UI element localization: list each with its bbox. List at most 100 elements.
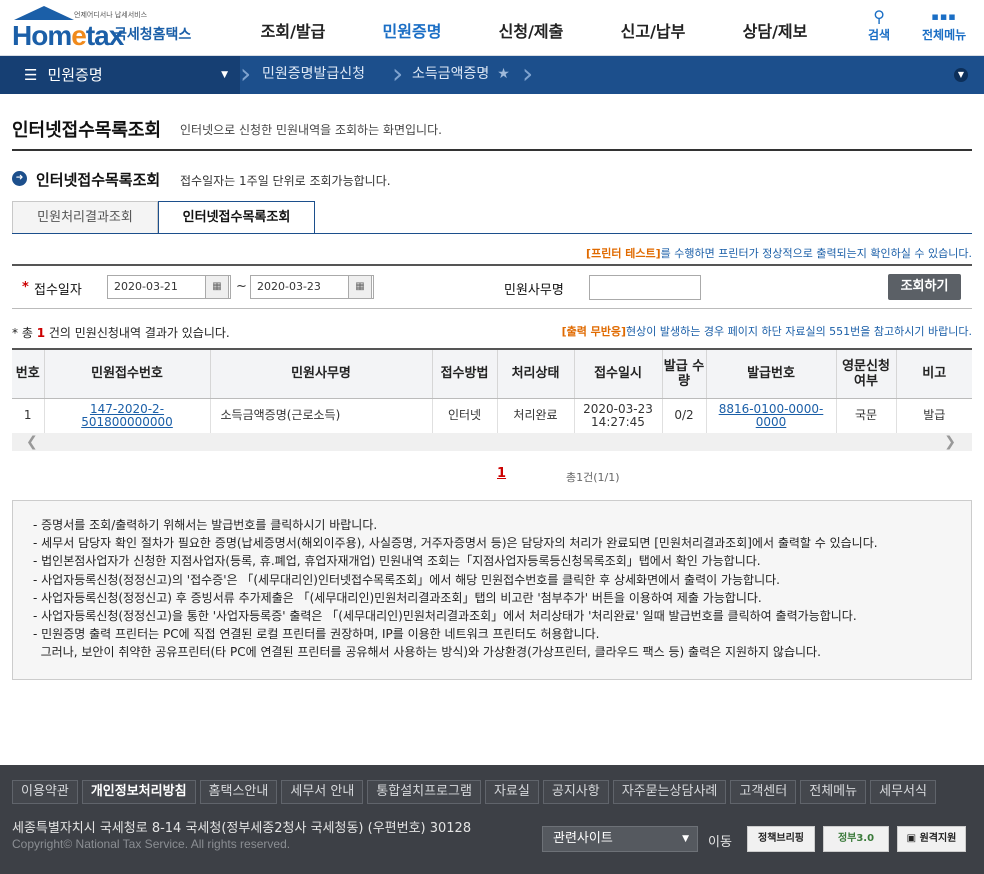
star-icon[interactable]: ★: [497, 66, 510, 82]
service-name-label: 민원사무명: [504, 283, 564, 298]
breadcrumb-income-cert[interactable]: 소득금액증명 ★: [412, 56, 510, 94]
gov30-badge[interactable]: 정부3.0: [823, 826, 889, 852]
policy-briefing-badge[interactable]: 정책브리핑: [747, 826, 815, 852]
pager-total: 총1건(1/1): [566, 471, 620, 484]
col-header: 접수일시: [574, 350, 663, 399]
gnb-civil-cert[interactable]: 민원증명: [354, 0, 470, 56]
arrow-circle-icon: ➜: [12, 171, 27, 186]
result-count: * 총 1 건의 민원신청내역 결과가 있습니다.: [12, 326, 230, 340]
scroll-left-icon[interactable]: ❮: [26, 433, 38, 451]
footer-link-faq[interactable]: 자주묻는상담사례: [612, 780, 727, 804]
gnb-inquiry[interactable]: 조회/발급: [232, 0, 354, 56]
calendar-icon[interactable]: ▦: [348, 275, 372, 299]
global-nav: 조회/발급 민원증명 신청/제출 신고/납부 상담/제보: [232, 0, 836, 56]
gnb-report[interactable]: 신고/납부: [592, 0, 714, 56]
menu-dropdown[interactable]: ☰ 민원증명 ▼: [0, 56, 240, 94]
hamburger-icon: ☰: [24, 66, 38, 84]
footer-link-forms[interactable]: 세무서식: [870, 780, 936, 804]
search-icon: ⚲: [873, 7, 885, 26]
cell-issue-no: 8816-0100-0000-0000: [706, 398, 837, 434]
footer-link-archive[interactable]: 자료실: [484, 780, 539, 804]
search-button[interactable]: ⚲ 검색: [868, 8, 890, 43]
footer-copyright: Copyright© National Tax Service. All rig…: [12, 837, 291, 851]
tab-result-inquiry[interactable]: 민원처리결과조회: [12, 201, 158, 234]
chevron-right-icon: ›: [392, 57, 404, 90]
date-range-separator: ~: [236, 279, 247, 294]
cell-receipt-no: 147-2020-2-501800000000: [44, 398, 211, 434]
col-header: 민원사무명: [210, 350, 433, 399]
section-description: 접수일자는 1주일 단위로 조회가능합니다.: [180, 174, 391, 188]
chevron-right-icon: ›: [240, 57, 252, 90]
tab-receipt-list[interactable]: 인터넷접수목록조회: [158, 201, 315, 234]
issue-no-link[interactable]: 8816-0100-0000-0000: [719, 402, 824, 429]
col-header: 번호: [12, 350, 45, 399]
page-title: 인터넷접수목록조회: [12, 120, 162, 141]
notice-box: - 증명서를 조회/출력하기 위해서는 발급번호를 클릭하시기 바랍니다. - …: [12, 500, 972, 680]
cell-note: 발급: [896, 398, 972, 434]
notice-item: - 사업자등록신청(정정신고)을 통한 '사업자등록증' 출력은 「(세무대리인…: [33, 609, 857, 624]
col-header: 발급 수량: [662, 350, 707, 399]
notice-item: - 민원증명 출력 프린터는 PC에 직접 연결된 로컬 프린터를 권장하며, …: [33, 627, 600, 642]
notice-item: - 사업자등록신청(정정신고)의 '접수증'은 「(세무대리인)인터넷접수목록조…: [33, 572, 780, 587]
footer-link-customer[interactable]: 고객센터: [730, 780, 797, 804]
cell-status: 처리완료: [497, 398, 575, 434]
caret-down-icon: ▼: [682, 834, 689, 844]
table-header-row: 번호 민원접수번호 민원사무명 접수방법 처리상태 접수일시 발급 수량 발급번…: [12, 350, 972, 399]
footer-link-allmenu[interactable]: 전체메뉴: [800, 780, 867, 804]
service-name-input[interactable]: [589, 275, 701, 300]
footer-link-privacy[interactable]: 개인정보처리방침: [81, 780, 196, 804]
hometax-logo[interactable]: 언제어디서나 납세서비스 Hometax 국세청홈택스: [12, 6, 202, 51]
receipt-no-link[interactable]: 147-2020-2-501800000000: [81, 402, 173, 429]
location-bar: ☰ 민원증명 ▼ › 민원증명발급신청 › 소득금액증명 ★ › ▼: [0, 56, 984, 94]
breadcrumb-cert-apply[interactable]: 민원증명발급신청: [262, 56, 365, 94]
footer-link-guide[interactable]: 홈택스안내: [199, 780, 278, 804]
calendar-icon[interactable]: ▦: [205, 275, 229, 299]
required-mark: *: [22, 280, 29, 295]
notice-item: - 사업자등록신청(정정신고) 후 증빙서류 추가제출은 「(세무대리인)민원처…: [33, 590, 762, 605]
search-form: * 접수일자 2020-03-21 ▦ ~ 2020-03-23 ▦ 민원사무명…: [12, 264, 972, 309]
col-header: 영문신청 여부: [836, 350, 897, 399]
date-label: 접수일자: [34, 283, 82, 298]
chevron-down-icon[interactable]: ▼: [954, 68, 968, 82]
gnb-consult[interactable]: 상담/제보: [714, 0, 836, 56]
page-number-1[interactable]: 1: [497, 466, 506, 481]
notice-item: - 법인본점사업자가 신청한 지점사업자(등록, 휴.폐업, 휴업자재개업) 민…: [33, 554, 761, 569]
cell-no: 1: [12, 398, 45, 434]
related-sites-select[interactable]: 관련사이트 ▼: [542, 826, 698, 852]
logo-roof-icon: [14, 6, 74, 20]
global-header: 언제어디서나 납세서비스 Hometax 국세청홈택스 조회/발급 민원증명 신…: [0, 0, 984, 56]
col-header: 민원접수번호: [44, 350, 211, 399]
footer-link-notice[interactable]: 공지사항: [542, 780, 609, 804]
printer-test-note: [프린터 테스트]를 수행하면 프린터가 정상적으로 출력되는지 확인하실 수 …: [586, 247, 972, 260]
col-header: 처리상태: [497, 350, 575, 399]
footer-link-install[interactable]: 통합설치프로그램: [367, 780, 481, 804]
logo-subtitle: 언제어디서나 납세서비스: [74, 11, 148, 19]
table-row: 1 147-2020-2-501800000000 소득금액증명(근로소득) 인…: [12, 398, 972, 434]
notice-item: 그러나, 보안이 취약한 공유프린터(타 PC에 연결된 프린터를 공유해서 사…: [33, 645, 821, 660]
gnb-apply[interactable]: 신청/제출: [470, 0, 592, 56]
logo-wordmark: Hometax: [12, 20, 124, 51]
printer-test-link[interactable]: [프린터 테스트]: [586, 247, 661, 260]
chevron-right-icon: ›: [522, 57, 534, 90]
remote-support-button[interactable]: ▣ 원격지원: [897, 826, 966, 852]
scroll-right-icon[interactable]: ❯: [944, 433, 956, 451]
notice-item: - 세무서 담당자 확인 절차가 필요한 증명(납세증명서(해외이주용), 사실…: [33, 536, 878, 551]
horizontal-scrollbar[interactable]: ❮ ❯: [12, 433, 972, 451]
footer: 이용약관 개인정보처리방침 홈택스안내 세무서 안내 통합설치프로그램 자료실 …: [0, 765, 984, 874]
all-menu-button[interactable]: ▪▪▪ 전체메뉴: [922, 8, 966, 43]
go-button[interactable]: 이동: [708, 831, 732, 850]
footer-link-office[interactable]: 세무서 안내: [281, 780, 364, 804]
footer-link-terms[interactable]: 이용약관: [12, 780, 78, 804]
col-header: 접수방법: [432, 350, 498, 399]
title-divider: [12, 149, 972, 151]
cell-english: 국문: [836, 398, 897, 434]
footer-links: 이용약관 개인정보처리방침 홈택스안내 세무서 안내 통합설치프로그램 자료실 …: [12, 780, 940, 804]
col-header: 발급번호: [706, 350, 837, 399]
grid-icon: ▪▪▪: [931, 10, 957, 23]
search-submit-button[interactable]: 조회하기: [888, 274, 961, 300]
cell-method: 인터넷: [432, 398, 498, 434]
page-description: 인터넷으로 신청한 민원내역을 조회하는 화면입니다.: [180, 123, 442, 137]
cell-date: 2020-03-23 14:27:45: [574, 398, 663, 434]
logo-korean-name: 국세청홈택스: [114, 27, 192, 43]
cell-service-name: 소득금액증명(근로소득): [210, 398, 433, 434]
